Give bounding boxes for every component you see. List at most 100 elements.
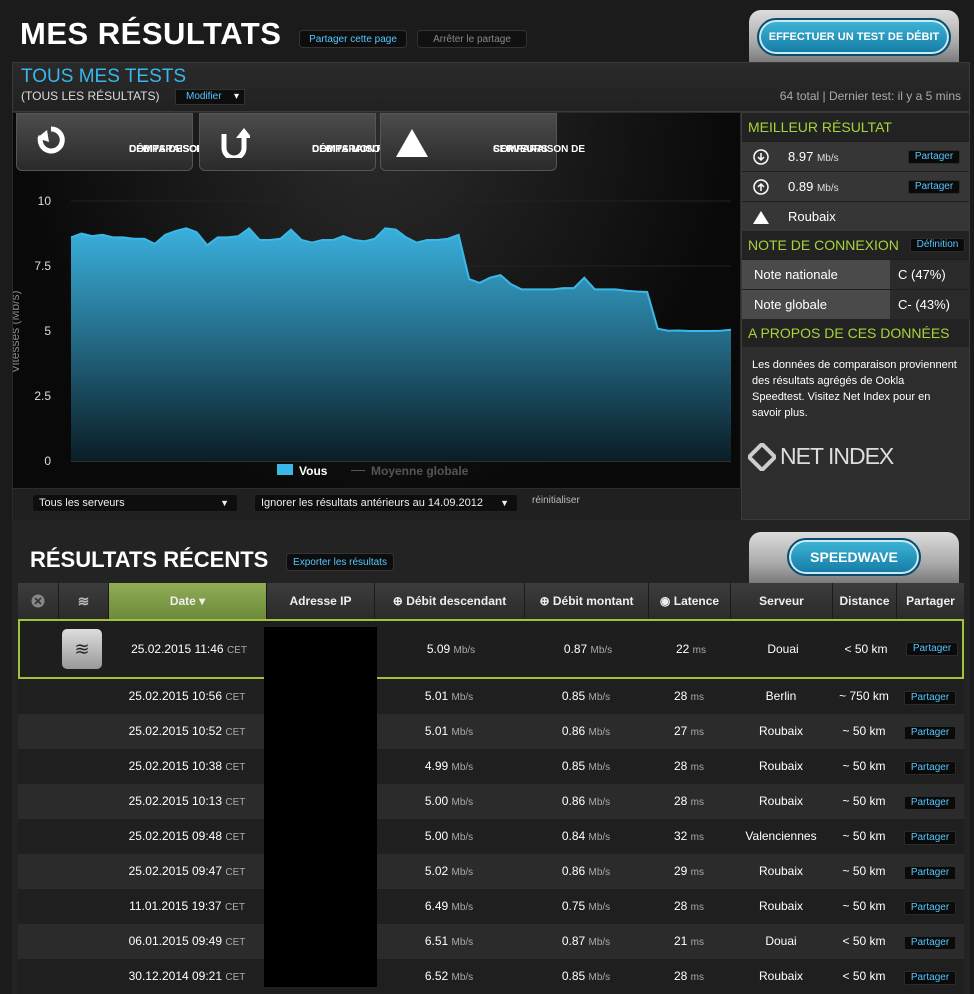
latency-cell: 28 ms xyxy=(673,759,705,773)
share-page-button[interactable]: Partager cette page xyxy=(299,30,407,48)
server-comparison-button[interactable]: COMPARAISON DE SERVEURS xyxy=(380,113,585,171)
latency-cell: 28 ms xyxy=(673,689,705,703)
chevron-down-icon: ▾ xyxy=(233,91,239,102)
page-title: MES RÉSULTATS xyxy=(20,16,282,51)
share-button[interactable]: Partager xyxy=(904,901,956,915)
latency-cell: 27 ms xyxy=(673,724,705,738)
modify-dropdown[interactable]: Modifier ▾ xyxy=(175,89,245,105)
table-row[interactable]: ≋ 25.02.2015 11:46 CET 5.09 Mb/s 0.87 Mb/s 2… xyxy=(18,619,964,679)
distance-cell: < 50 km xyxy=(842,934,886,948)
all-tests-title: TOUS MES TESTS xyxy=(21,66,187,87)
server-cell: Valenciennes xyxy=(745,829,817,843)
share-column-header[interactable]: Partager xyxy=(896,583,964,619)
download-cell: 6.52 Mb/s xyxy=(424,969,474,983)
results-table: ≋ Date ▾ Adresse IP ⊕ Débit descendant ⊕… xyxy=(18,583,964,994)
latency-column-header[interactable]: ◉ Latence xyxy=(648,583,730,619)
definition-button[interactable]: Définition xyxy=(910,238,965,252)
best-result-title: MEILLEUR RÉSULTAT xyxy=(742,113,969,141)
ignore-value: Ignorer les résultats antérieurs au 14.0… xyxy=(261,497,483,509)
download-column-header[interactable]: ⊕ Débit descendant xyxy=(374,583,524,619)
upload-column-header[interactable]: ⊕ Débit montant xyxy=(524,583,648,619)
table-row[interactable]: 25.02.2015 09:48 CET 5.00 Mb/s 0.84 Mb/s 32… xyxy=(18,819,964,854)
speedwave-badge-icon[interactable]: ≋ xyxy=(62,629,102,669)
download-comparison-button[interactable]: COMPARAISON DE DÉBITS DESCENDANTS xyxy=(16,113,245,171)
server-cell: Roubaix xyxy=(758,969,804,983)
latency-cell: 28 ms xyxy=(673,899,705,913)
export-results-button[interactable]: Exporter les résultats xyxy=(286,553,394,571)
national-note-row: Note nationale C (47%) xyxy=(742,259,970,289)
upload-cell: 0.86 Mb/s xyxy=(561,794,611,808)
y-tick-label: 10 xyxy=(38,194,52,208)
distance-cell: ~ 50 km xyxy=(842,794,886,808)
download-cell: 5.02 Mb/s xyxy=(424,864,474,878)
download-arrow-icon xyxy=(37,126,65,154)
date-cell: 25.02.2015 10:56 CET xyxy=(128,689,246,703)
upload-cell: 0.87 Mb/s xyxy=(561,934,611,948)
table-row[interactable]: 06.01.2015 09:49 CET 6.51 Mb/s 0.87 Mb/s 21… xyxy=(18,924,964,959)
net-index-logo[interactable]: NET INDEX xyxy=(780,443,894,470)
latency-cell: 32 ms xyxy=(673,829,705,843)
distance-column-header[interactable]: Distance xyxy=(832,583,896,619)
share-button[interactable]: Partager xyxy=(904,726,956,740)
date-cell: 25.02.2015 10:38 CET xyxy=(128,759,246,773)
share-button[interactable]: Partager xyxy=(904,831,956,845)
share-cell: Partager xyxy=(896,749,964,784)
chart-area: COMPARAISON DE DÉBITS DESCENDANTS COMPARA… xyxy=(12,112,742,520)
share-button[interactable]: Partager xyxy=(908,180,960,194)
table-row[interactable]: 11.01.2015 19:37 CET 6.49 Mb/s 0.75 Mb/s 28… xyxy=(18,889,964,924)
share-cell: Partager xyxy=(896,714,964,749)
reset-link[interactable]: réinitialiser xyxy=(532,495,580,506)
share-button[interactable]: Partager xyxy=(904,796,956,810)
server-cell: Roubaix xyxy=(758,759,804,773)
best-download-value: 8.97 Mb/s xyxy=(788,149,839,164)
table-body: ≋ 25.02.2015 11:46 CET 5.09 Mb/s 0.87 Mb/s 2… xyxy=(18,619,964,994)
table-row[interactable]: 25.02.2015 10:52 CET 5.01 Mb/s 0.86 Mb/s 27… xyxy=(18,714,964,749)
share-button[interactable]: Partager xyxy=(908,150,960,164)
best-server-row: Roubaix xyxy=(742,201,969,231)
share-button[interactable]: Partager xyxy=(904,971,956,985)
table-row[interactable]: 30.12.2014 09:21 CET 6.52 Mb/s 0.85 Mb/s 28… xyxy=(18,959,964,994)
share-cell: Partager xyxy=(896,679,964,714)
date-cell: 25.02.2015 09:48 CET xyxy=(128,829,246,843)
date-cell: 06.01.2015 09:49 CET xyxy=(128,934,246,948)
download-cell: 5.01 Mb/s xyxy=(424,724,474,738)
table-row[interactable]: 25.02.2015 09:47 CET 5.02 Mb/s 0.86 Mb/s 29… xyxy=(18,854,964,889)
share-button[interactable]: Partager xyxy=(906,642,958,656)
global-note-row: Note globale C- (43%) xyxy=(742,289,970,319)
download-cell: 5.00 Mb/s xyxy=(424,794,474,808)
table-row[interactable]: 25.02.2015 10:13 CET 5.00 Mb/s 0.86 Mb/s 28… xyxy=(18,784,964,819)
server-column-header[interactable]: Serveur xyxy=(730,583,832,619)
note-value: C (47%) xyxy=(890,260,970,289)
latency-cell: 28 ms xyxy=(673,969,705,983)
ip-column-header[interactable]: Adresse IP xyxy=(266,583,374,619)
y-tick-label: 2.5 xyxy=(34,389,51,403)
table-row[interactable]: 25.02.2015 10:56 CET 5.01 Mb/s 0.85 Mb/s 28… xyxy=(18,679,964,714)
share-cell: Partager xyxy=(896,924,964,959)
run-test-button[interactable]: EFFECTUER UN TEST DE DÉBIT xyxy=(757,18,951,56)
latency-cell: 22 ms xyxy=(675,642,707,656)
chevron-down-icon: ▼ xyxy=(220,498,229,508)
table-row[interactable]: 25.02.2015 10:38 CET 4.99 Mb/s 0.85 Mb/s 28… xyxy=(18,749,964,784)
btn-line2: SERVEURS xyxy=(493,144,548,155)
upload-cell: 0.87 Mb/s xyxy=(563,642,613,656)
share-button[interactable]: Partager xyxy=(904,936,956,950)
share-button[interactable]: Partager xyxy=(904,866,956,880)
table-header: ≋ Date ▾ Adresse IP ⊕ Débit descendant ⊕… xyxy=(18,583,964,619)
speedwave-button[interactable]: SPEEDWAVE xyxy=(787,538,921,576)
best-upload-row: 0.89 Mb/s Partager xyxy=(742,171,969,201)
wave-icon: ≋ xyxy=(77,593,90,609)
server-cell: Roubaix xyxy=(758,899,804,913)
all-results-subtitle: (TOUS LES RÉSULTATS) xyxy=(21,89,160,103)
ignore-results-select[interactable]: Ignorer les résultats antérieurs au 14.0… xyxy=(254,494,518,512)
delete-column-header[interactable] xyxy=(18,583,58,619)
speedwave-column-header[interactable]: ≋ xyxy=(58,583,108,619)
upload-comparison-button[interactable]: COMPARAISON DE DÉBITS MONTANTS xyxy=(199,113,407,171)
servers-select[interactable]: Tous les serveurs ▼ xyxy=(32,494,238,512)
date-column-header[interactable]: Date ▾ xyxy=(108,583,266,619)
download-cell: 5.09 Mb/s xyxy=(426,642,476,656)
share-button[interactable]: Partager xyxy=(904,691,956,705)
share-button[interactable]: Partager xyxy=(904,761,956,775)
date-cell: 25.02.2015 10:13 CET xyxy=(128,794,246,808)
tests-summary: 64 total | Dernier test: il y a 5 mins xyxy=(779,89,961,103)
stop-share-button[interactable]: Arrêter le partage xyxy=(417,30,527,48)
